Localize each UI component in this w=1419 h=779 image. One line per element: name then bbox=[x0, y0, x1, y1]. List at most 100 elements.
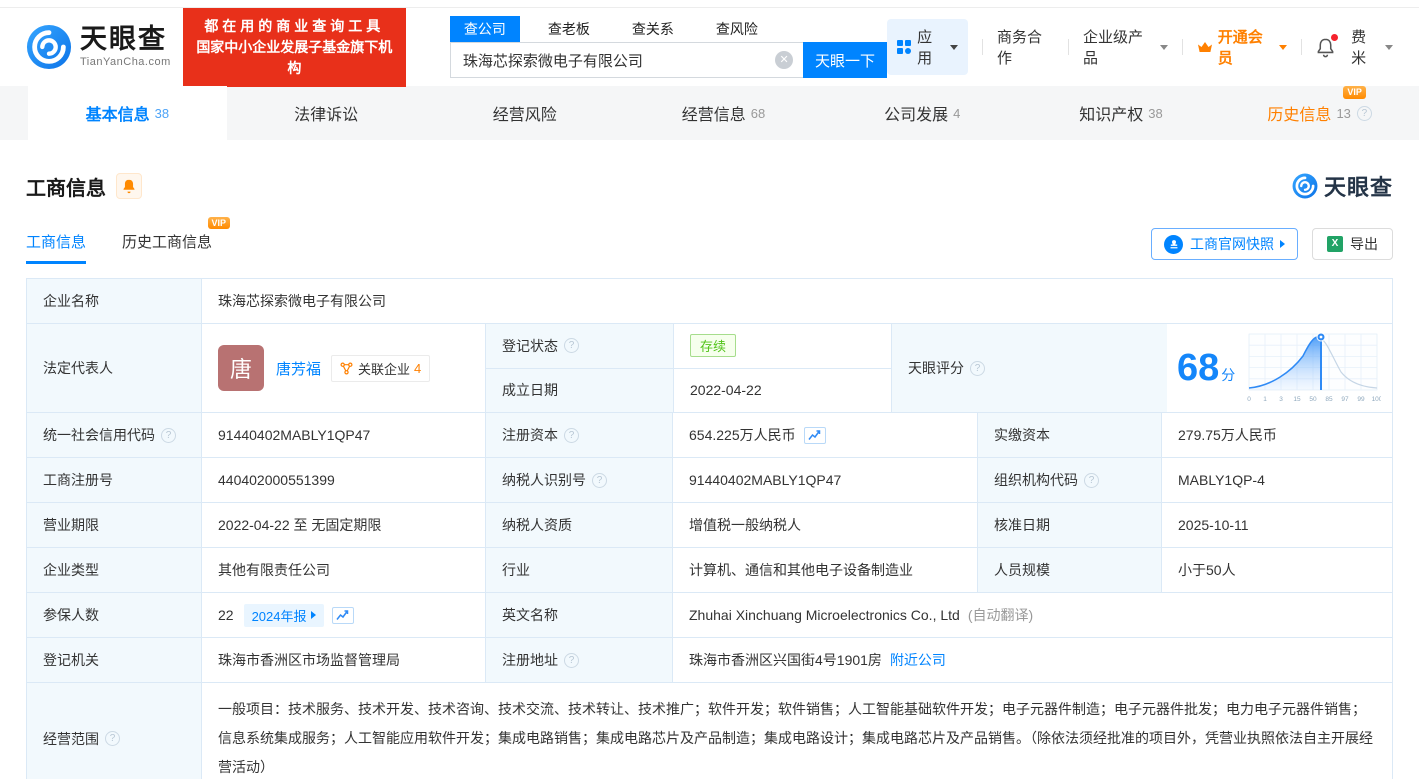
search-button[interactable]: 天眼一下 bbox=[803, 42, 887, 78]
nearby-companies-link[interactable]: 附近公司 bbox=[890, 650, 946, 670]
notification-dot bbox=[1331, 34, 1338, 41]
promo-line1: 都在用的商业查询工具 bbox=[193, 16, 396, 37]
help-icon[interactable] bbox=[1357, 106, 1372, 121]
nav-enterprise[interactable]: 企业级产品 bbox=[1083, 26, 1168, 68]
trend-chart-icon[interactable] bbox=[332, 607, 354, 624]
search-tab-risk[interactable]: 查风险 bbox=[702, 16, 772, 42]
help-icon[interactable] bbox=[592, 473, 607, 488]
table-row: 经营范围 一般项目：技术服务、技术开发、技术咨询、技术交流、技术转让、技术推广；… bbox=[27, 683, 1392, 779]
help-icon[interactable] bbox=[564, 338, 579, 353]
help-icon[interactable] bbox=[105, 731, 120, 746]
tab-history-info[interactable]: 历史信息 13 VIP bbox=[1220, 86, 1419, 140]
value-industry: 计算机、通信和其他电子设备制造业 bbox=[672, 548, 977, 592]
nav-enterprise-label: 企业级产品 bbox=[1083, 26, 1154, 68]
label-legal-representative: 法定代表人 bbox=[27, 324, 201, 412]
business-info-table: 企业名称 珠海芯探索微电子有限公司 法定代表人 唐 唐芳福 关联企业 4 bbox=[26, 278, 1393, 779]
status-date-subtable: 登记状态 存续 成立日期 2022-04-22 bbox=[485, 324, 891, 412]
chevron-down-icon bbox=[1385, 45, 1393, 50]
official-snapshot-button[interactable]: 工商官网快照 bbox=[1151, 228, 1298, 260]
company-main-tabs: 基本信息38 法律诉讼 经营风险 经营信息68 公司发展4 知识产权 38 历史信… bbox=[0, 86, 1419, 140]
tab-intellectual-property[interactable]: 知识产权 38 bbox=[1022, 86, 1221, 140]
label-registered-address: 注册地址 bbox=[485, 638, 672, 682]
help-icon[interactable] bbox=[970, 361, 985, 376]
svg-text:0: 0 bbox=[1247, 396, 1251, 403]
trend-chart-icon[interactable] bbox=[804, 427, 826, 444]
avatar[interactable]: 唐 bbox=[218, 345, 264, 391]
related-companies-badge[interactable]: 关联企业 4 bbox=[331, 355, 430, 382]
value-company-type: 其他有限责任公司 bbox=[201, 548, 485, 592]
svg-text:100: 100 bbox=[1372, 396, 1381, 403]
table-row: 企业类型 其他有限责任公司 行业 计算机、通信和其他电子设备制造业 人员规模 小… bbox=[27, 548, 1392, 593]
tab-count: 38 bbox=[1148, 106, 1162, 121]
label-text: 登记状态 bbox=[502, 336, 558, 356]
search-input[interactable] bbox=[450, 42, 803, 78]
search-tab-boss[interactable]: 查老板 bbox=[534, 16, 604, 42]
top-nav: 应用 商务合作 企业级产品 开通会员 费米 bbox=[887, 19, 1393, 75]
label-company-type: 企业类型 bbox=[27, 548, 201, 592]
value-business-term: 2022-04-22 至 无固定期限 bbox=[201, 503, 485, 547]
divider bbox=[982, 39, 983, 55]
address-text: 珠海市香洲区兴国街4号1901房 bbox=[689, 650, 882, 670]
table-row: 参保人数 22 2024年报 英文名称 Zhuhai Xinchuang Mic… bbox=[27, 593, 1392, 638]
svg-text:15: 15 bbox=[1294, 396, 1302, 403]
value-insured-count: 22 2024年报 bbox=[201, 593, 485, 637]
svg-text:3: 3 bbox=[1279, 396, 1283, 403]
value-taxpayer-quality: 增值税一般纳税人 bbox=[672, 503, 977, 547]
apps-menu[interactable]: 应用 bbox=[887, 19, 968, 75]
related-companies-count: 4 bbox=[414, 361, 421, 376]
label-text: 注册资本 bbox=[502, 425, 558, 445]
tab-company-development[interactable]: 公司发展4 bbox=[823, 86, 1022, 140]
divider bbox=[1182, 39, 1183, 55]
label-taxpayer-quality: 纳税人资质 bbox=[485, 503, 672, 547]
excel-icon: X bbox=[1327, 236, 1343, 252]
nav-open-vip[interactable]: 开通会员 bbox=[1197, 26, 1287, 68]
label-paid-capital: 实缴资本 bbox=[977, 413, 1161, 457]
label-business-scope: 经营范围 bbox=[27, 683, 201, 779]
nav-user[interactable]: 费米 bbox=[1351, 26, 1393, 68]
tianyancha-watermark: 天眼查 bbox=[1292, 170, 1393, 202]
vip-badge: VIP bbox=[208, 217, 231, 230]
legal-rep-name-link[interactable]: 唐芳福 bbox=[276, 358, 321, 379]
divider bbox=[1301, 39, 1302, 55]
tab-label: 公司发展 bbox=[884, 101, 948, 125]
table-row: 法定代表人 唐 唐芳福 关联企业 4 bbox=[27, 324, 1392, 413]
value-english-name: Zhuhai Xinchuang Microelectronics Co., L… bbox=[672, 593, 1392, 637]
export-label: 导出 bbox=[1350, 234, 1378, 254]
monitor-bell-button[interactable] bbox=[116, 173, 142, 199]
notifications-bell[interactable] bbox=[1316, 37, 1335, 58]
help-icon[interactable] bbox=[1084, 473, 1099, 488]
tab-business-risk[interactable]: 经营风险 bbox=[425, 86, 624, 140]
label-text: 天眼评分 bbox=[908, 358, 964, 378]
nav-cooperation[interactable]: 商务合作 bbox=[997, 26, 1054, 68]
help-icon[interactable] bbox=[564, 653, 579, 668]
chevron-down-icon bbox=[1160, 45, 1168, 50]
tab-business-info[interactable]: 经营信息68 bbox=[624, 86, 823, 140]
tab-basic-info[interactable]: 基本信息38 bbox=[28, 86, 227, 140]
subtab-history-business-info[interactable]: 历史工商信息 VIP bbox=[122, 231, 212, 264]
value-tianyan-score[interactable]: 68 分 bbox=[1167, 324, 1392, 412]
clear-search-icon[interactable]: ✕ bbox=[775, 51, 793, 69]
label-establish-date: 成立日期 bbox=[486, 369, 673, 413]
logo-text: 天眼查 TianYanCha.com bbox=[80, 26, 171, 68]
subtab-label: 历史工商信息 bbox=[122, 234, 212, 251]
annual-report-badge[interactable]: 2024年报 bbox=[244, 604, 324, 627]
search-tab-company[interactable]: 查公司 bbox=[450, 16, 520, 42]
score-distribution-chart: 0 1 3 15 50 85 97 99 100 bbox=[1241, 332, 1381, 404]
search-tab-relation[interactable]: 查关系 bbox=[618, 16, 688, 42]
value-credit-code: 91440402MABLY1QP47 bbox=[201, 413, 485, 457]
label-registration-status: 登记状态 bbox=[486, 324, 673, 368]
crown-icon bbox=[1197, 41, 1213, 54]
subtab-business-info[interactable]: 工商信息 bbox=[26, 231, 86, 264]
export-button[interactable]: X 导出 bbox=[1312, 228, 1393, 260]
tianyancha-logo[interactable]: 天眼查 TianYanCha.com bbox=[26, 24, 171, 70]
tab-legal-proceedings[interactable]: 法律诉讼 bbox=[227, 86, 426, 140]
help-icon[interactable] bbox=[161, 428, 176, 443]
value-business-scope: 一般项目：技术服务、技术开发、技术咨询、技术交流、技术转让、技术推广；软件开发；… bbox=[201, 683, 1392, 779]
search-input-wrap: ✕ bbox=[450, 42, 803, 78]
svg-text:97: 97 bbox=[1342, 396, 1350, 403]
help-icon[interactable] bbox=[564, 428, 579, 443]
label-text: 统一社会信用代码 bbox=[43, 425, 155, 445]
label-text: 注册地址 bbox=[502, 650, 558, 670]
tab-label: 知识产权 bbox=[1079, 101, 1143, 125]
bell-icon bbox=[122, 178, 136, 194]
